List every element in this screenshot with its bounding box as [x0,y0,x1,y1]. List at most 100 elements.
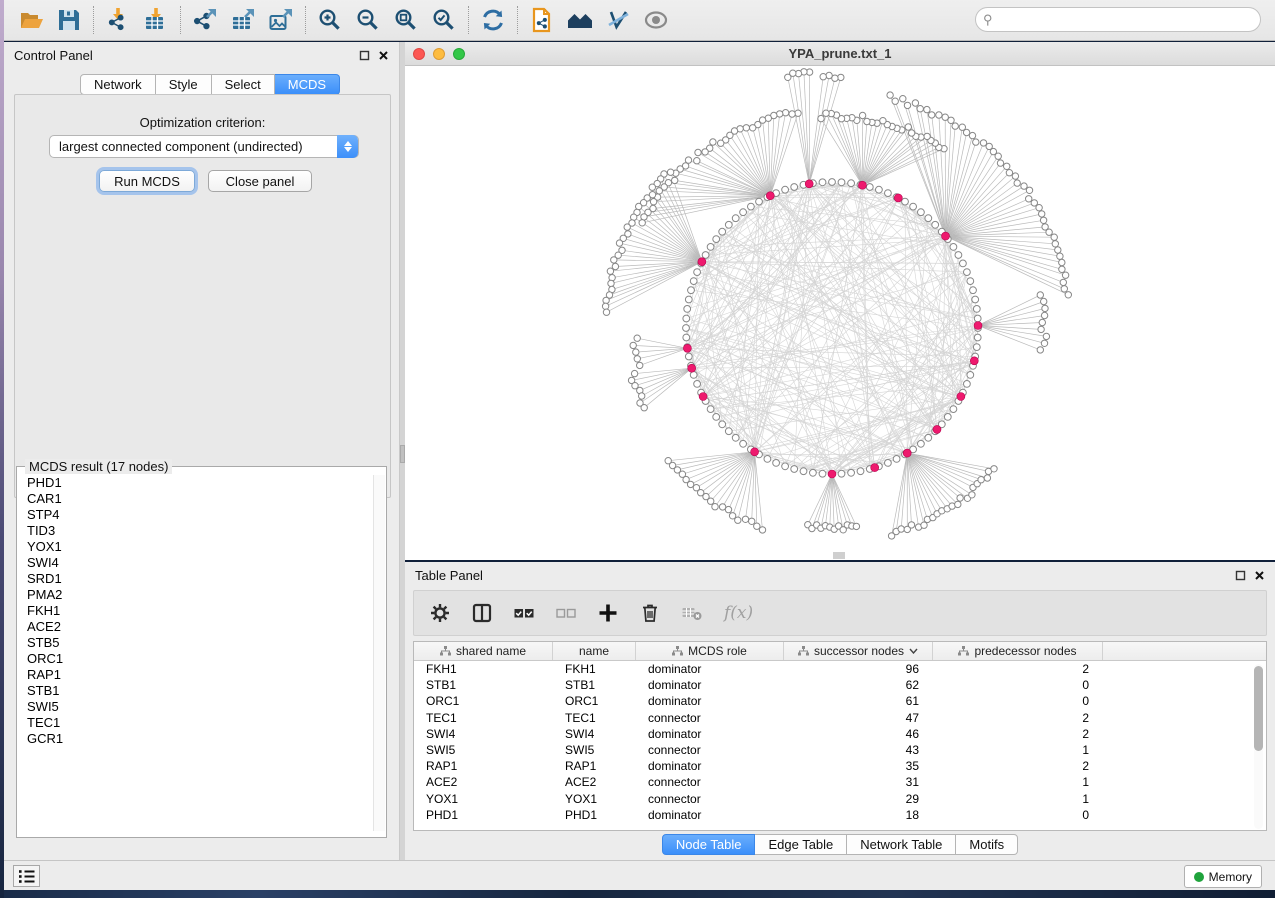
export-image-icon[interactable] [262,3,300,37]
table-cell: 0 [933,808,1103,822]
export-table-icon[interactable] [224,3,262,37]
table-scrollbar-thumb[interactable] [1254,666,1263,751]
columns-icon[interactable] [472,603,492,623]
tab-network-table[interactable]: Network Table [847,834,956,855]
table-cell: RAP1 [553,759,636,773]
refresh-icon[interactable] [474,3,512,37]
table-row[interactable]: YOX1YOX1connector291 [414,791,1266,807]
select-all-icon[interactable] [514,603,534,623]
table-cell: SWI4 [414,727,553,741]
mcds-result-item[interactable]: SWI5 [18,699,373,715]
float-table-panel-icon[interactable] [1235,570,1246,581]
mcds-result-item[interactable]: TEC1 [18,715,373,731]
table-toolbar: f(x) [413,590,1267,636]
close-panel-icon[interactable] [378,50,389,61]
table-cell: 47 [784,711,933,725]
mcds-result-item[interactable]: STP4 [18,507,373,523]
table-row[interactable]: ACE2ACE2connector311 [414,774,1266,790]
tab-edge-table[interactable]: Edge Table [755,834,847,855]
network-splitter-grip[interactable] [833,552,845,559]
run-mcds-button[interactable]: Run MCDS [99,170,195,192]
tab-node-table[interactable]: Node Table [662,834,756,855]
close-table-panel-icon[interactable] [1254,570,1265,581]
tab-motifs[interactable]: Motifs [956,834,1018,855]
open-folder-icon[interactable] [12,3,50,37]
houses-icon[interactable] [561,3,599,37]
table-cell: 1 [933,743,1103,757]
table-cell: connector [636,711,784,725]
zoom-selected-icon[interactable] [425,3,463,37]
mcds-result-item[interactable]: FKH1 [18,603,373,619]
toolbar-separator [180,6,181,34]
zoom-fit-icon[interactable] [387,3,425,37]
column-header-predecessor-nodes[interactable]: predecessor nodes [933,642,1103,660]
delete-column-icon[interactable] [640,603,660,623]
mcds-list-scrollbar[interactable] [373,475,385,831]
table-row[interactable]: TEC1TEC1connector472 [414,710,1266,726]
gear-icon[interactable] [430,603,450,623]
mcds-result-item[interactable]: CAR1 [18,491,373,507]
mcds-result-item[interactable]: STB5 [18,635,373,651]
mcds-result-item[interactable]: GCR1 [18,731,373,747]
graphics-details-icon[interactable] [599,3,637,37]
table-row[interactable]: SWI5SWI5connector431 [414,742,1266,758]
column-header-MCDS-role[interactable]: MCDS role [636,642,784,660]
table-cell: connector [636,792,784,806]
table-row[interactable]: STB1STB1dominator620 [414,677,1266,693]
network-graph[interactable] [405,67,1275,560]
table-cell: STB1 [414,678,553,692]
eye-icon[interactable] [637,3,675,37]
mcds-result-item[interactable]: YOX1 [18,539,373,555]
node-table: shared namenameMCDS rolesuccessor nodesp… [413,641,1267,831]
table-cell: dominator [636,808,784,822]
network-file-icon[interactable] [523,3,561,37]
table-row[interactable]: RAP1RAP1dominator352 [414,758,1266,774]
mcds-result-item[interactable]: SWI4 [18,555,373,571]
mcds-result-item[interactable]: SRD1 [18,571,373,587]
network-canvas[interactable] [405,67,1275,560]
mcds-result-item[interactable]: PHD1 [18,475,373,491]
table-cell: 2 [933,727,1103,741]
search-input[interactable] [975,7,1261,32]
export-network-icon[interactable] [186,3,224,37]
memory-button[interactable]: Memory [1184,865,1262,888]
zoom-out-icon[interactable] [349,3,387,37]
column-header-successor-nodes[interactable]: successor nodes [784,642,933,660]
add-column-icon[interactable] [598,603,618,623]
table-cell: dominator [636,727,784,741]
zoom-in-icon[interactable] [311,3,349,37]
mcds-result-item[interactable]: STB1 [18,683,373,699]
deselect-all-icon[interactable] [556,603,576,623]
table-row[interactable]: FKH1FKH1dominator962 [414,661,1266,677]
import-network-icon[interactable] [99,3,137,37]
mcds-tab-content: Optimization criterion: largest connecte… [14,94,391,498]
table-row[interactable]: ORC1ORC1dominator610 [414,693,1266,709]
control-panel: Control Panel NetworkStyleSelectMCDS Opt… [4,42,400,860]
criterion-dropdown[interactable]: largest connected component (undirected) [49,135,359,158]
mcds-result-item[interactable]: ACE2 [18,619,373,635]
column-header-shared-name[interactable]: shared name [414,642,553,660]
table-cell: connector [636,743,784,757]
table-panel: Table Panel f(x) shared namenameMCDS rol… [405,562,1275,860]
import-table-icon[interactable] [137,3,175,37]
column-header-name[interactable]: name [553,642,636,660]
tab-mcds[interactable]: MCDS [275,74,340,95]
automation-panel-button[interactable] [13,865,40,887]
tab-style[interactable]: Style [156,74,212,95]
table-cell: 43 [784,743,933,757]
mcds-result-item[interactable]: RAP1 [18,667,373,683]
float-panel-icon[interactable] [359,50,370,61]
table-cell: dominator [636,662,784,676]
table-row[interactable]: PHD1PHD1dominator180 [414,807,1266,823]
table-row[interactable]: SWI4SWI4dominator462 [414,726,1266,742]
save-icon[interactable] [50,3,88,37]
network-window-titlebar[interactable]: YPA_prune.txt_1 [405,42,1275,66]
close-panel-button[interactable]: Close panel [208,170,312,192]
mcds-result-item[interactable]: PMA2 [18,587,373,603]
tab-select[interactable]: Select [212,74,275,95]
mcds-result-item[interactable]: TID3 [18,523,373,539]
table-cell: 46 [784,727,933,741]
tab-network[interactable]: Network [80,74,156,95]
mcds-result-item[interactable]: ORC1 [18,651,373,667]
memory-label: Memory [1209,870,1252,884]
